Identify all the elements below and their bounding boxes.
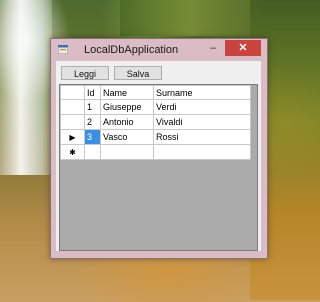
cell-name[interactable]: Giuseppe	[100, 99, 154, 115]
column-header-name[interactable]: Name	[100, 85, 154, 100]
cell-id[interactable]: 2	[84, 114, 101, 130]
new-row-asterisk-icon[interactable]: ✱	[60, 144, 85, 160]
leggi-button[interactable]: Leggi	[61, 66, 109, 80]
salva-button[interactable]: Salva	[114, 66, 162, 80]
client-area: Leggi Salva Id Name Surname 1 Giuseppe V…	[56, 61, 261, 251]
cell-surname[interactable]: Verdi	[153, 99, 251, 115]
cell-id-new[interactable]	[84, 144, 101, 160]
column-header-surname[interactable]: Surname	[153, 85, 251, 100]
cell-name[interactable]: Vasco	[100, 129, 154, 145]
current-row-arrow-icon[interactable]: ▶	[60, 129, 85, 145]
new-row: ✱	[60, 144, 251, 160]
desktop-waterfall-background	[0, 0, 52, 175]
cell-name-new[interactable]	[100, 144, 154, 160]
desktop-foliage-background	[120, 0, 260, 36]
cell-id[interactable]: 1	[84, 99, 101, 115]
close-button[interactable]: ✕	[225, 40, 261, 56]
cell-surname[interactable]: Vivaldi	[153, 114, 251, 130]
minimize-button[interactable]: –	[203, 42, 223, 56]
cell-name[interactable]: Antonio	[100, 114, 154, 130]
cell-surname-new[interactable]	[153, 144, 251, 160]
app-icon	[58, 45, 68, 54]
table-row: 2 Antonio Vivaldi	[60, 114, 251, 130]
data-grid-table: Id Name Surname 1 Giuseppe Verdi 2 Anton…	[60, 85, 251, 160]
row-header-cell[interactable]	[60, 99, 85, 115]
data-grid[interactable]: Id Name Surname 1 Giuseppe Verdi 2 Anton…	[59, 84, 258, 251]
cell-id-selected[interactable]: 3	[84, 129, 101, 145]
corner-header-cell[interactable]	[60, 85, 85, 100]
header-row: Id Name Surname	[60, 85, 251, 100]
app-window: LocalDbApplication – ✕ Leggi Salva Id Na…	[50, 38, 268, 259]
column-header-id[interactable]: Id	[84, 85, 101, 100]
table-row: 1 Giuseppe Verdi	[60, 99, 251, 115]
table-row: ▶ 3 Vasco Rossi	[60, 129, 251, 145]
window-title: LocalDbApplication	[84, 44, 179, 56]
cell-surname[interactable]: Rossi	[153, 129, 251, 145]
title-bar[interactable]: LocalDbApplication – ✕	[51, 39, 267, 61]
row-header-cell[interactable]	[60, 114, 85, 130]
